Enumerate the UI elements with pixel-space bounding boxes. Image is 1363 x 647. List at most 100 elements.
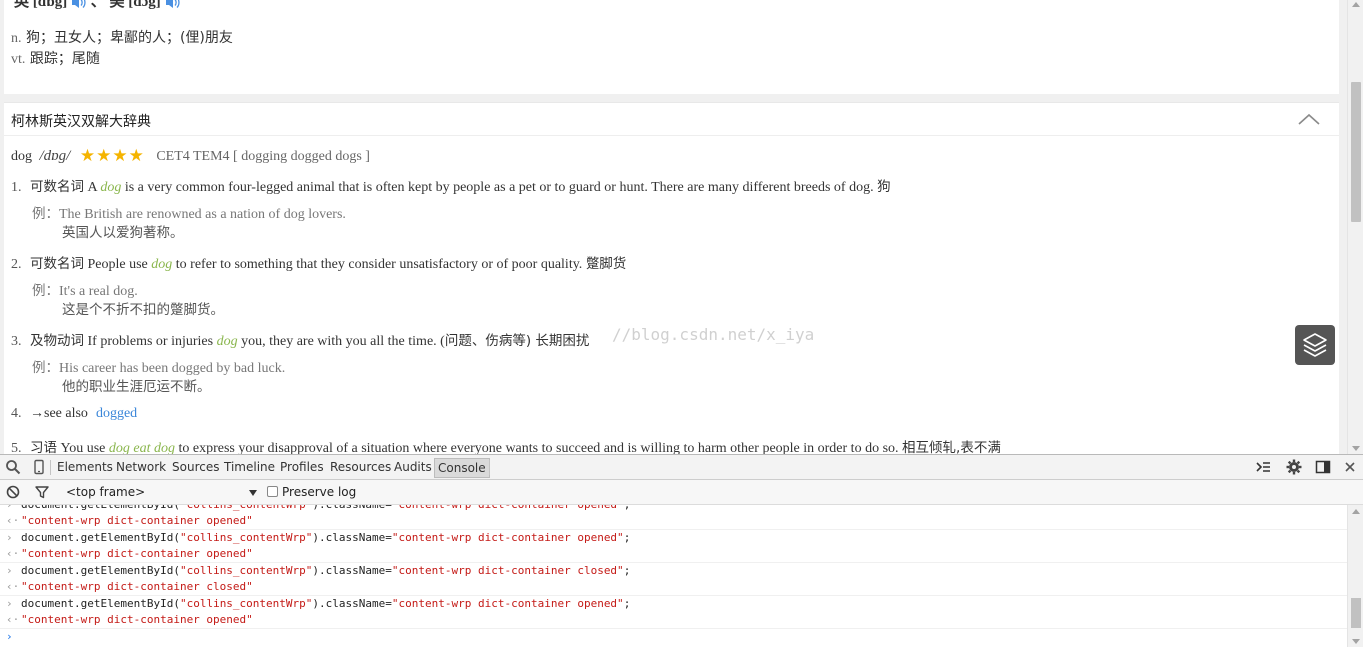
- sense-number: 1.: [11, 180, 22, 195]
- tab-resources[interactable]: Resources: [330, 460, 391, 474]
- result-arrow-icon: ‹·: [6, 547, 20, 560]
- example-label: 例：: [32, 206, 59, 222]
- basic-definition-card: 英 [dɒg] 、 美 [dɔg] n. 狗；丑女人；卑鄙的人；(俚)朋友 vt…: [4, 0, 1339, 94]
- example-text: It's a real dog.: [59, 284, 138, 299]
- frequency-stars: ★★★★: [79, 146, 145, 165]
- see-also-link[interactable]: dogged: [96, 406, 137, 421]
- sense-post: you, they are with you all the time. (: [237, 334, 445, 349]
- scrollbar-thumb[interactable]: [1351, 598, 1361, 628]
- tab-audits[interactable]: Audits: [394, 460, 432, 474]
- sense-pre: People use: [84, 257, 152, 272]
- sense-5: 5. 习语 You use dog eat dog to express your…: [11, 436, 1001, 454]
- part-of-speech: vt.: [11, 52, 26, 67]
- speaker-icon[interactable]: [71, 0, 87, 9]
- console-filter-bar: <top frame> Preserve log: [0, 480, 1363, 505]
- collins-title: 柯林斯英汉双解大辞典: [11, 114, 151, 130]
- console-result-line: ‹· "content-wrp dict-container closed": [0, 579, 1347, 596]
- example-en: 例：It's a real dog.: [32, 279, 138, 300]
- console-prompt[interactable]: ›: [0, 629, 1347, 646]
- console-result-line: ‹· "content-wrp dict-container opened": [0, 546, 1347, 563]
- gear-icon[interactable]: [1286, 459, 1302, 475]
- console-result: "content-wrp dict-container opened": [21, 547, 253, 560]
- result-arrow-icon: ‹·: [6, 514, 20, 527]
- example-cn: 他的职业生涯厄运不断。: [62, 379, 211, 395]
- device-mode-icon[interactable]: [31, 459, 47, 475]
- console-output: › document.getElementById("collins_conten…: [0, 505, 1347, 647]
- filter-icon[interactable]: [34, 484, 50, 500]
- scroll-up-arrow-icon[interactable]: [1352, 509, 1360, 514]
- headword: dog: [11, 149, 32, 164]
- clear-console-icon[interactable]: [5, 484, 21, 500]
- example-text: His career has been dogged by bad luck.: [59, 361, 286, 376]
- layers-button[interactable]: [1295, 325, 1335, 365]
- sense-keyword: dog: [216, 334, 238, 349]
- sense-pre: A: [84, 180, 101, 195]
- tab-console[interactable]: Console: [434, 458, 490, 478]
- preserve-log-checkbox[interactable]: [267, 486, 278, 497]
- sense-1: 1. 可数名词 A dog is a very common four-legge…: [11, 175, 891, 196]
- devtools-toolbar: Elements Network Sources Timeline Profil…: [0, 455, 1363, 480]
- chevron-down-icon[interactable]: [249, 490, 257, 496]
- sense-number: 2.: [11, 257, 22, 272]
- sense-post: to refer to something that they consider…: [172, 257, 586, 272]
- definition-line: vt. 跟踪；尾随: [11, 48, 100, 68]
- chevron-up-icon[interactable]: [1297, 112, 1321, 126]
- see-also-text: →see also: [30, 406, 88, 421]
- definition-text: 狗；丑女人；卑鄙的人；(俚)朋友: [21, 30, 233, 46]
- example-label: 例：: [32, 360, 59, 376]
- sense-number: 5.: [11, 441, 22, 454]
- pron-separator: 、: [90, 0, 106, 10]
- toolbar-divider: [489, 460, 490, 475]
- prompt-chevron-icon: ›: [6, 630, 13, 643]
- phonetic: /dɒg/: [39, 148, 71, 164]
- scrollbar-thumb[interactable]: [1351, 82, 1361, 222]
- sense-4: 4. →see also dogged: [11, 406, 137, 422]
- sense-keyword: dog: [100, 180, 122, 195]
- toolbar-divider: [50, 460, 51, 475]
- sense-chinese: 问题、伤病等) 长期困扰: [444, 333, 590, 349]
- console-drawer-icon[interactable]: [1255, 459, 1271, 475]
- layers-icon: [1303, 333, 1327, 357]
- tab-profiles[interactable]: Profiles: [280, 460, 324, 474]
- definition-text: 跟踪；尾随: [25, 51, 100, 67]
- frame-select[interactable]: <top frame>: [66, 485, 145, 499]
- sense-pre: You use: [57, 441, 109, 454]
- inspect-search-icon[interactable]: [5, 459, 21, 475]
- example-en: 例：His career has been dogged by bad luck…: [32, 356, 285, 377]
- tab-timeline[interactable]: Timeline: [224, 460, 275, 474]
- page-scrollbar[interactable]: [1347, 0, 1363, 454]
- collins-dictionary-card: 柯林斯英汉双解大辞典 dog /dɒg/ ★★★★ CET4 TEM4 [ do…: [4, 102, 1339, 454]
- speaker-icon[interactable]: [165, 0, 181, 9]
- console-scrollbar[interactable]: [1347, 505, 1363, 647]
- exam-tags: CET4 TEM4 [ dogging dogged dogs ]: [156, 149, 370, 164]
- tab-sources[interactable]: Sources: [172, 460, 219, 474]
- input-chevron-icon: ›: [6, 531, 13, 544]
- console-result: "content-wrp dict-container opened": [21, 613, 253, 626]
- sense-chinese: 蹩脚货: [585, 256, 627, 272]
- sense-category: 习语: [30, 440, 57, 454]
- close-icon[interactable]: [1342, 459, 1358, 475]
- sense-keyword: dog: [151, 257, 173, 272]
- sense-number: 4.: [11, 406, 22, 421]
- console-input-line: › document.getElementById("collins_conten…: [0, 596, 1347, 613]
- sense-chinese: 相互倾轧,表不满: [902, 440, 1001, 454]
- console-input-line: › document.getElementById("collins_conten…: [0, 563, 1347, 580]
- input-chevron-icon: ›: [6, 564, 13, 577]
- scroll-down-arrow-icon[interactable]: [1352, 446, 1360, 451]
- scroll-down-arrow-icon[interactable]: [1352, 639, 1360, 644]
- sense-pre: If problems or injuries: [84, 334, 217, 349]
- devtools-panel: Elements Network Sources Timeline Profil…: [0, 454, 1363, 647]
- pron-uk-label: 英: [14, 0, 30, 10]
- tab-network[interactable]: Network: [116, 460, 166, 474]
- example-cn: 这是个不折不扣的蹩脚货。: [62, 302, 224, 318]
- sense-3: 3. 及物动词 If problems or injuries dog you, …: [11, 329, 589, 350]
- scroll-up-arrow-icon[interactable]: [1352, 2, 1360, 7]
- dock-side-icon[interactable]: [1315, 459, 1331, 475]
- tab-elements[interactable]: Elements: [57, 460, 113, 474]
- pronunciation-line: 英 [dɒg] 、 美 [dɔg]: [14, 0, 181, 11]
- console-code: document.getElementById("collins_content…: [21, 564, 631, 577]
- watermark: //blog.csdn.net/x_iya: [612, 325, 815, 344]
- sense-category: 及物动词: [30, 333, 84, 349]
- collins-header[interactable]: 柯林斯英汉双解大辞典: [4, 103, 1339, 136]
- sense-chinese: 狗: [877, 179, 891, 195]
